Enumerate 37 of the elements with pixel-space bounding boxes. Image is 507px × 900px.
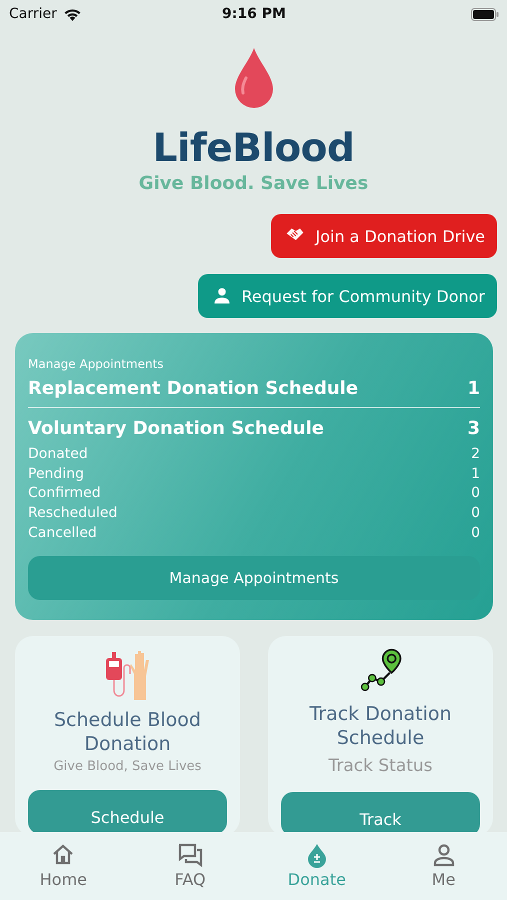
- join-drive-button[interactable]: Join a Donation Drive: [271, 214, 497, 258]
- card-caption: Manage Appointments: [28, 357, 164, 371]
- wifi-icon: [62, 7, 82, 21]
- carrier-name: Carrier: [9, 6, 57, 22]
- status-label: Rescheduled: [28, 504, 118, 524]
- battery-icon: [470, 8, 499, 20]
- tab-item[interactable]: Me: [430, 842, 457, 900]
- status-label: Cancelled: [28, 524, 97, 543]
- schedule-count: 1: [467, 378, 480, 399]
- status-count: 1: [471, 464, 480, 484]
- tab-item[interactable]: FAQ: [174, 842, 206, 900]
- status-count: 2: [471, 445, 480, 464]
- app-title: LifeBlood: [152, 126, 354, 171]
- app-tagline: Give Blood. Save Lives: [138, 173, 368, 194]
- tab-item[interactable]: Home: [40, 842, 87, 900]
- track-button[interactable]: Track: [281, 792, 480, 832]
- manage-appointments-button[interactable]: Manage Appointments: [28, 556, 480, 600]
- schedule-label: Voluntary Donation Schedule: [28, 418, 324, 439]
- tab-item[interactable]: Donate: [288, 842, 346, 900]
- card-title: Schedule Blood Donation: [53, 708, 202, 756]
- card-subtitle: Track Status: [328, 756, 433, 776]
- status-count: 0: [471, 504, 480, 524]
- card-subtitle: Give Blood, Save Lives: [54, 758, 202, 774]
- status-label: Pending: [28, 464, 84, 484]
- blood-drop-icon: [234, 48, 272, 108]
- schedule-button[interactable]: Schedule: [28, 790, 227, 832]
- status-count: 0: [471, 484, 480, 504]
- status-count: 0: [471, 524, 480, 543]
- schedule-label: Replacement Donation Schedule: [28, 378, 358, 399]
- card-title: Track Donation Schedule: [308, 702, 453, 750]
- clock-time: 9:16 PM: [222, 6, 286, 22]
- status-label: Confirmed: [28, 484, 101, 504]
- status-label: Donated: [28, 445, 88, 464]
- request-donor-button[interactable]: Request for Community Donor: [198, 274, 497, 318]
- person-icon: [212, 286, 232, 306]
- schedule-count: 3: [467, 418, 480, 439]
- chat-bubbles-icon: [177, 842, 204, 868]
